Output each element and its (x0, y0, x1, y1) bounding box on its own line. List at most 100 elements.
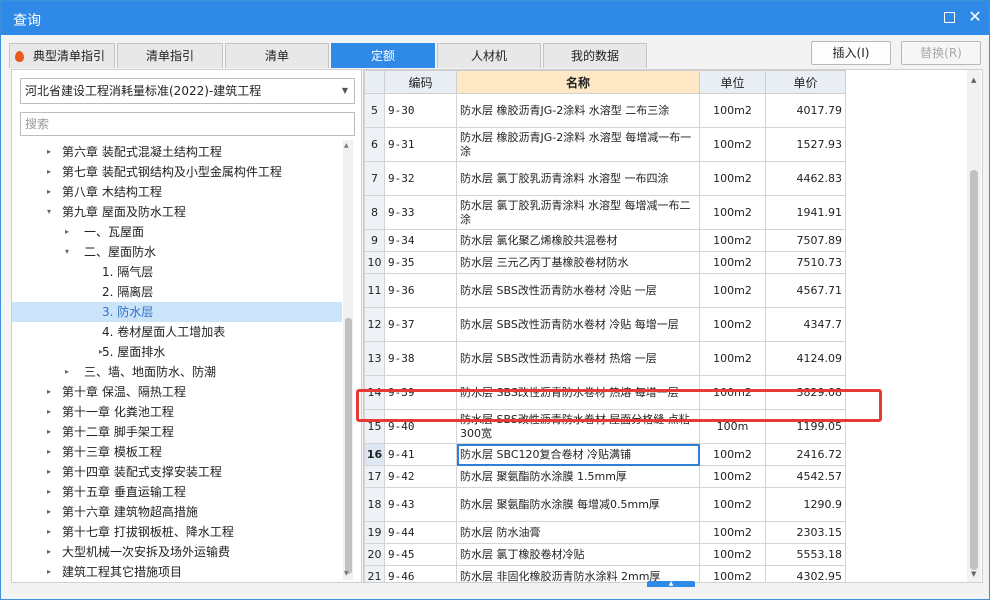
row-number[interactable]: 12 (364, 307, 385, 342)
name-cell[interactable]: 防水层 氯化聚乙烯橡胶共混卷材 (456, 229, 700, 252)
row-number[interactable]: 11 (364, 273, 385, 308)
price-cell[interactable]: 1290.9 (765, 487, 846, 522)
price-cell[interactable]: 2416.72 (765, 443, 846, 466)
tree-item[interactable]: 4. 卷材屋面人工增加表 (12, 322, 342, 342)
name-cell[interactable]: 防水层 防水油膏 (456, 521, 700, 544)
insert-button[interactable]: 插入(I) (811, 41, 891, 65)
unit-cell[interactable]: 100m2 (699, 487, 766, 522)
tree-item[interactable]: ▸ 第六章 装配式混凝土结构工程 (12, 142, 342, 162)
name-cell[interactable]: 防水层 氯丁橡胶卷材冷贴 (456, 543, 700, 566)
price-cell[interactable]: 4124.09 (765, 341, 846, 376)
code-cell[interactable]: 9-38 (384, 341, 457, 376)
price-cell[interactable]: 1527.93 (765, 127, 846, 162)
scroll-down-icon[interactable]: ▼ (971, 570, 976, 578)
collapsed-arrow-icon[interactable]: ▸ (44, 142, 54, 162)
name-cell[interactable]: 防水层 SBS改性沥青防水卷材 冷贴 每增一层 (456, 307, 700, 342)
left-scrollbar[interactable]: ▲ ▼ (343, 140, 353, 580)
row-number[interactable]: 16 (364, 443, 385, 466)
row-number[interactable]: 6 (364, 127, 385, 162)
tree-item[interactable]: ▸ 建筑工程其它措施项目 (12, 562, 342, 580)
unit-cell[interactable]: 100m2 (699, 127, 766, 162)
unit-cell[interactable]: 100m2 (699, 543, 766, 566)
scroll-up-icon[interactable]: ▲ (344, 142, 349, 149)
tree-item[interactable]: ▸ 第七章 装配式钢结构及小型金属构件工程 (12, 162, 342, 182)
tree-item[interactable]: ▸ 第八章 木结构工程 (12, 182, 342, 202)
row-number[interactable]: 13 (364, 341, 385, 376)
name-cell[interactable]: 防水层 氯丁胶乳沥青涂料 水溶型 一布四涂 (456, 161, 700, 196)
row-number[interactable]: 10 (364, 251, 385, 274)
row-number[interactable]: 21 (364, 565, 385, 582)
scroll-down-icon[interactable]: ▼ (344, 570, 349, 577)
header-code[interactable]: 编码 (384, 70, 457, 94)
unit-cell[interactable]: 100m2 (699, 273, 766, 308)
tree-item[interactable]: ▾ 二、屋面防水 (12, 242, 342, 262)
tab-my-data[interactable]: 我的数据 (543, 43, 647, 68)
row-number[interactable]: 20 (364, 543, 385, 566)
name-cell[interactable]: 防水层 橡胶沥青JG-2涂料 水溶型 每增减一布一涂 (456, 127, 700, 162)
code-cell[interactable]: 9-36 (384, 273, 457, 308)
table-row[interactable]: 5 9-30 防水层 橡胶沥青JG-2涂料 水溶型 二布三涂 100m2 4017.79 (364, 93, 846, 128)
library-select[interactable]: 河北省建设工程消耗量标准(2022)-建筑工程 ▼ (20, 78, 355, 104)
collapsed-arrow-icon[interactable]: ▸ (44, 482, 54, 502)
header-price[interactable]: 单价 (765, 70, 846, 94)
tree-item[interactable]: 1. 隔气层 (12, 262, 342, 282)
code-cell[interactable]: 9-34 (384, 229, 457, 252)
expanded-arrow-icon[interactable]: ▾ (44, 202, 54, 222)
close-icon[interactable]: ✕ (967, 9, 983, 25)
tab-labor-material-machine[interactable]: 人材机 (437, 43, 541, 68)
row-number[interactable]: 7 (364, 161, 385, 196)
collapsed-arrow-icon[interactable]: ▸ (44, 462, 54, 482)
collapsed-arrow-icon[interactable]: ▸ (44, 162, 54, 182)
code-cell[interactable]: 9-32 (384, 161, 457, 196)
unit-cell[interactable]: 100m2 (699, 565, 766, 582)
search-input[interactable] (20, 112, 355, 136)
table-row[interactable]: 20 9-45 防水层 氯丁橡胶卷材冷贴 100m2 5553.18 (364, 543, 846, 566)
tree-item[interactable]: ▸ 大型机械一次安拆及场外运输费 (12, 542, 342, 562)
tree-item[interactable]: ▸ 第十六章 建筑物超高措施 (12, 502, 342, 522)
code-cell[interactable]: 9-43 (384, 487, 457, 522)
tree-item[interactable]: ▸ 第十二章 脚手架工程 (12, 422, 342, 442)
right-scrollbar[interactable]: ▲ ▼ (967, 70, 981, 582)
code-cell[interactable]: 9-46 (384, 565, 457, 582)
code-cell[interactable]: 9-31 (384, 127, 457, 162)
collapse-handle[interactable]: ▲ (647, 581, 695, 587)
tab-quota[interactable]: 定额 (331, 43, 435, 68)
row-number[interactable]: 5 (364, 93, 385, 128)
row-number[interactable]: 8 (364, 195, 385, 230)
code-cell[interactable]: 9-42 (384, 465, 457, 488)
tree-item[interactable]: ▾ 第九章 屋面及防水工程 (12, 202, 342, 222)
table-row[interactable]: 18 9-43 防水层 聚氨酯防水涂膜 每增减0.5mm厚 100m2 1290.9 (364, 487, 846, 522)
tab-bill[interactable]: 清单 (225, 43, 329, 68)
table-row[interactable]: 9 9-34 防水层 氯化聚乙烯橡胶共混卷材 100m2 7507.89 (364, 229, 846, 252)
unit-cell[interactable]: 100m2 (699, 251, 766, 274)
expanded-arrow-icon[interactable]: ▾ (62, 242, 72, 262)
row-number[interactable]: 18 (364, 487, 385, 522)
table-row[interactable]: 21 9-46 防水层 非固化橡胶沥青防水涂料 2mm厚 100m2 4302.95 (364, 565, 846, 582)
tree-item[interactable]: ▸ 第十五章 垂直运输工程 (12, 482, 342, 502)
header-name[interactable]: 名称 (456, 70, 700, 94)
code-cell[interactable]: 9-44 (384, 521, 457, 544)
name-cell[interactable]: 防水层 SBC120复合卷材 冷贴满铺 (456, 443, 700, 466)
collapsed-arrow-icon[interactable]: ▸ (62, 222, 72, 242)
tree-item[interactable]: ▸ 一、瓦屋面 (12, 222, 342, 242)
code-cell[interactable]: 9-41 (384, 443, 457, 466)
tree-item[interactable]: ▸ 第十三章 模板工程 (12, 442, 342, 462)
unit-cell[interactable]: 100m2 (699, 161, 766, 196)
tree-item[interactable]: ▸ 三、墙、地面防水、防潮 (12, 362, 342, 382)
name-cell[interactable]: 防水层 SBS改性沥青防水卷材 冷贴 一层 (456, 273, 700, 308)
collapsed-arrow-icon[interactable]: ▸ (44, 382, 54, 402)
price-cell[interactable]: 5553.18 (765, 543, 846, 566)
table-row[interactable]: 11 9-36 防水层 SBS改性沥青防水卷材 冷贴 一层 100m2 4567.71 (364, 273, 846, 308)
unit-cell[interactable]: 100m2 (699, 93, 766, 128)
header-unit[interactable]: 单位 (699, 70, 766, 94)
code-cell[interactable]: 9-37 (384, 307, 457, 342)
row-number[interactable]: 19 (364, 521, 385, 544)
collapsed-arrow-icon[interactable]: ▸ (44, 522, 54, 542)
collapsed-arrow-icon[interactable]: ▸ (44, 402, 54, 422)
price-cell[interactable]: 4567.71 (765, 273, 846, 308)
table-row[interactable]: 17 9-42 防水层 聚氨酯防水涂膜 1.5mm厚 100m2 4542.57 (364, 465, 846, 488)
restore-icon[interactable] (941, 9, 957, 25)
tree-item[interactable]: ▸ 第十四章 装配式支撑安装工程 (12, 462, 342, 482)
tree-item[interactable]: 2. 隔离层 (12, 282, 342, 302)
collapsed-arrow-icon[interactable]: ▸ (44, 502, 54, 522)
